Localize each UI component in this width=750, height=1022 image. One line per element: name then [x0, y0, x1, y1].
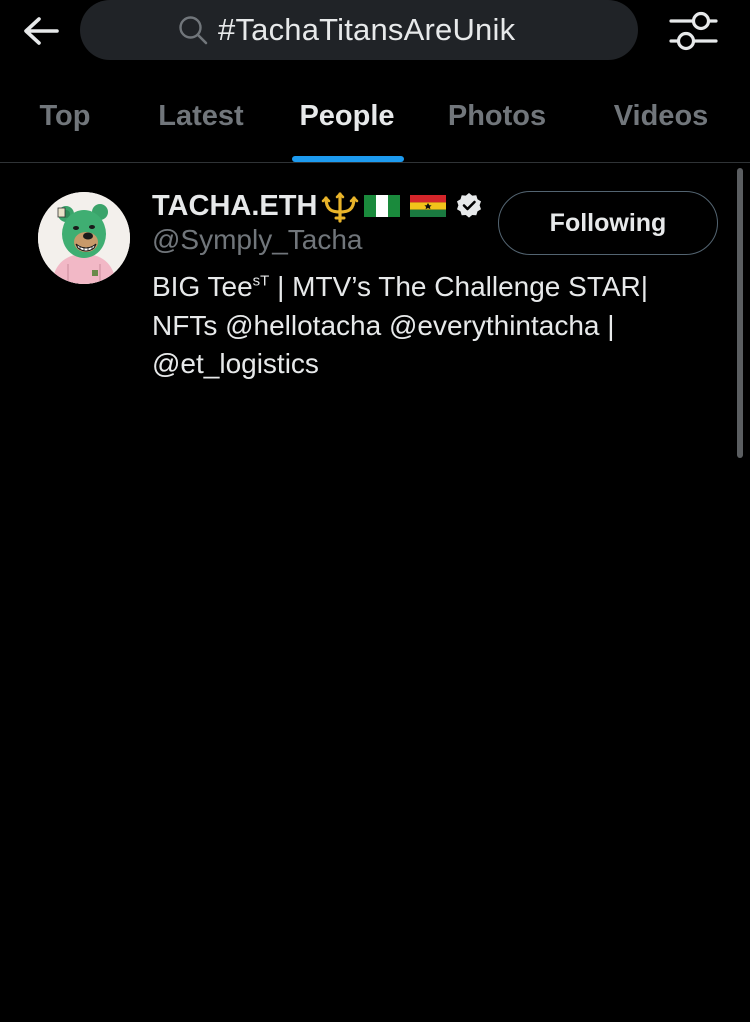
tab-photos[interactable]: Photos	[432, 80, 562, 162]
tab-people[interactable]: People	[282, 80, 412, 162]
avatar[interactable]	[38, 192, 130, 284]
bio-text: | MTV’s The Challenge STAR|	[269, 271, 649, 302]
back-arrow-icon	[24, 17, 59, 45]
bio-text: BIG Tee	[152, 271, 253, 302]
tab-latest[interactable]: Latest	[140, 80, 262, 162]
search-query-text: #TachaTitansAreUnik	[218, 12, 516, 47]
search-input[interactable]: #TachaTitansAreUnik	[80, 0, 638, 60]
bio-superscript: sT	[252, 272, 270, 290]
bio-line-2: NFTs @hellotacha @everythintacha |	[152, 309, 615, 341]
ghana-flag-icon	[410, 195, 447, 217]
search-filter-button[interactable]	[666, 8, 722, 54]
following-button[interactable]: Following	[498, 191, 718, 255]
verified-badge-icon	[457, 193, 482, 218]
search-tabs: Top Latest People Photos Videos	[0, 80, 750, 163]
active-tab-indicator	[292, 156, 404, 162]
top-bar: #TachaTitansAreUnik	[0, 0, 750, 62]
scrollbar[interactable]	[737, 168, 743, 458]
user-handle: @Symply_Tacha	[152, 224, 363, 255]
bio-line-3: @et_logistics	[152, 348, 319, 379]
display-name-text: TACHA.ETH	[152, 189, 318, 222]
tab-top[interactable]: Top	[20, 80, 110, 162]
bio-line-1: BIG TeesT | MTV’s The Challenge STAR|	[152, 268, 712, 307]
bear-avatar-icon	[38, 192, 130, 284]
nigeria-flag-icon	[364, 195, 401, 217]
tab-videos[interactable]: Videos	[598, 80, 724, 162]
search-icon	[179, 16, 208, 45]
sliders-icon	[669, 11, 718, 51]
search-results-screen: #TachaTitansAreUnik Top Latest People Ph…	[0, 0, 750, 1022]
display-name: TACHA.ETH	[152, 188, 484, 224]
name-emojis	[319, 188, 484, 224]
user-result-row[interactable]: TACHA.ETH @Symply_Tacha BIG TeesT | MTV’…	[0, 164, 740, 404]
back-button[interactable]	[20, 10, 62, 52]
user-bio: BIG TeesT | MTV’s The Challenge STAR| NF…	[152, 268, 712, 384]
trident-emoji-icon	[322, 192, 359, 223]
